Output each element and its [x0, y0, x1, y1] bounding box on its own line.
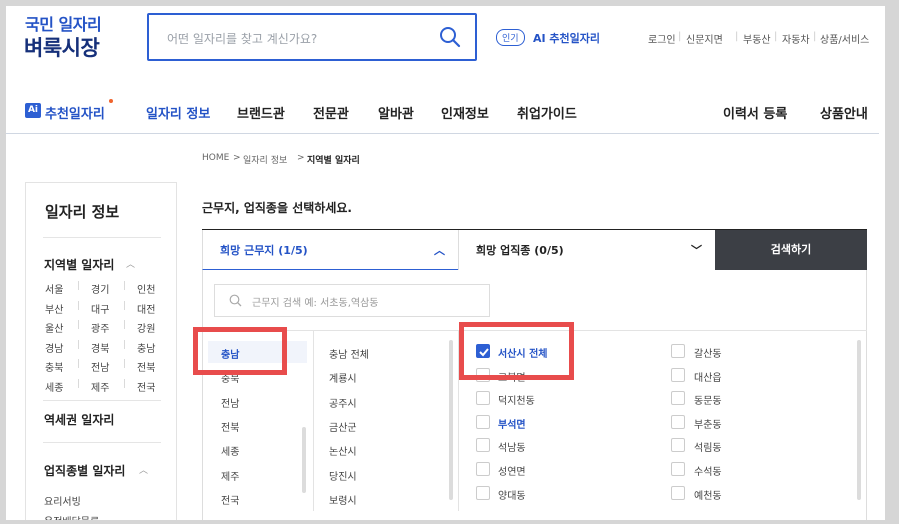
screenshot-frame: [0, 0, 899, 524]
